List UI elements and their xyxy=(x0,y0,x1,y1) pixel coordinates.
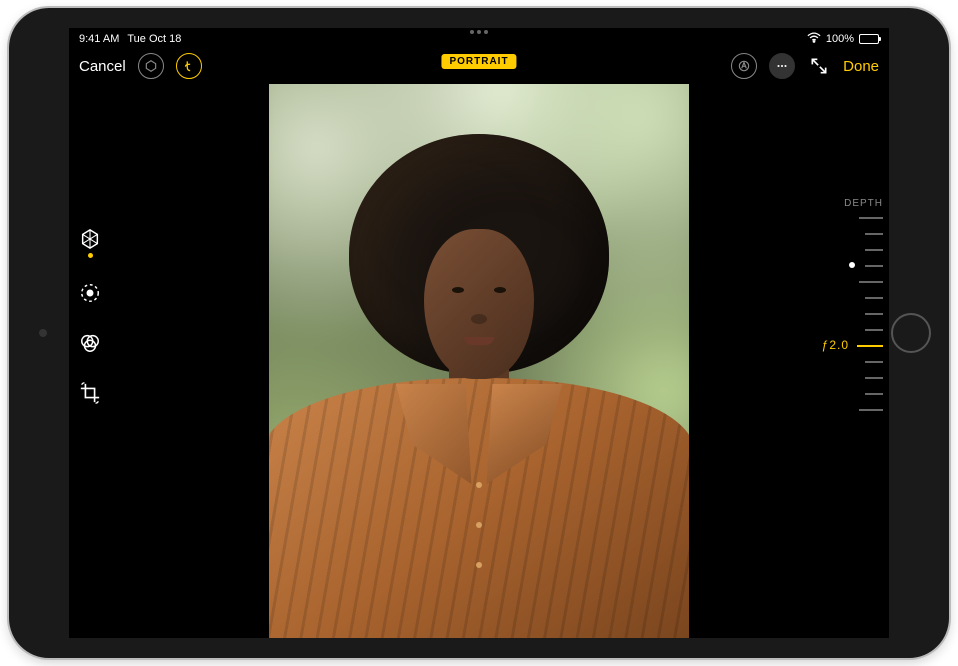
lighting-effect-button[interactable] xyxy=(138,53,164,79)
done-button[interactable]: Done xyxy=(843,58,879,75)
depth-fstop-button[interactable] xyxy=(176,53,202,79)
filters-tab[interactable] xyxy=(75,328,105,358)
battery-icon xyxy=(859,34,879,44)
battery-percent: 100% xyxy=(826,33,854,45)
markup-button[interactable] xyxy=(731,53,757,79)
editor-toolbar: Cancel PORTRAIT Done xyxy=(69,48,889,84)
depth-origin-dot xyxy=(849,262,855,268)
shirt-button xyxy=(476,522,482,528)
status-bar: 9:41 AM Tue Oct 18 100% xyxy=(69,28,889,48)
depth-value-label: ƒ2.0 xyxy=(822,338,849,352)
fullscreen-toggle-button[interactable] xyxy=(807,54,831,78)
subject-face xyxy=(424,229,534,379)
portrait-lighting-tab[interactable] xyxy=(75,228,105,258)
multitask-dots[interactable] xyxy=(470,30,488,34)
edit-mode-rail xyxy=(75,228,105,408)
subject-shirt xyxy=(269,378,689,638)
active-indicator-dot xyxy=(88,253,93,258)
ipad-device-frame: 9:41 AM Tue Oct 18 100% Cancel xyxy=(9,8,949,658)
portrait-mode-badge: PORTRAIT xyxy=(441,54,516,69)
portrait-photo[interactable] xyxy=(269,84,689,638)
adjust-tab[interactable] xyxy=(75,278,105,308)
depth-control-panel: DEPTH ƒ2.0 xyxy=(827,198,883,417)
photo-canvas-area xyxy=(69,84,889,638)
more-options-button[interactable] xyxy=(769,53,795,79)
shirt-button xyxy=(476,562,482,568)
screen: 9:41 AM Tue Oct 18 100% Cancel xyxy=(69,28,889,638)
depth-slider[interactable]: ƒ2.0 xyxy=(853,217,883,417)
home-button[interactable] xyxy=(891,313,931,353)
cancel-button[interactable]: Cancel xyxy=(79,58,126,75)
depth-title-label: DEPTH xyxy=(844,198,883,209)
front-camera-dot xyxy=(39,329,47,337)
crop-tab[interactable] xyxy=(75,378,105,408)
wifi-icon xyxy=(807,32,821,46)
status-date: Tue Oct 18 xyxy=(127,33,181,45)
shirt-button xyxy=(476,482,482,488)
status-time: 9:41 AM xyxy=(79,33,119,45)
